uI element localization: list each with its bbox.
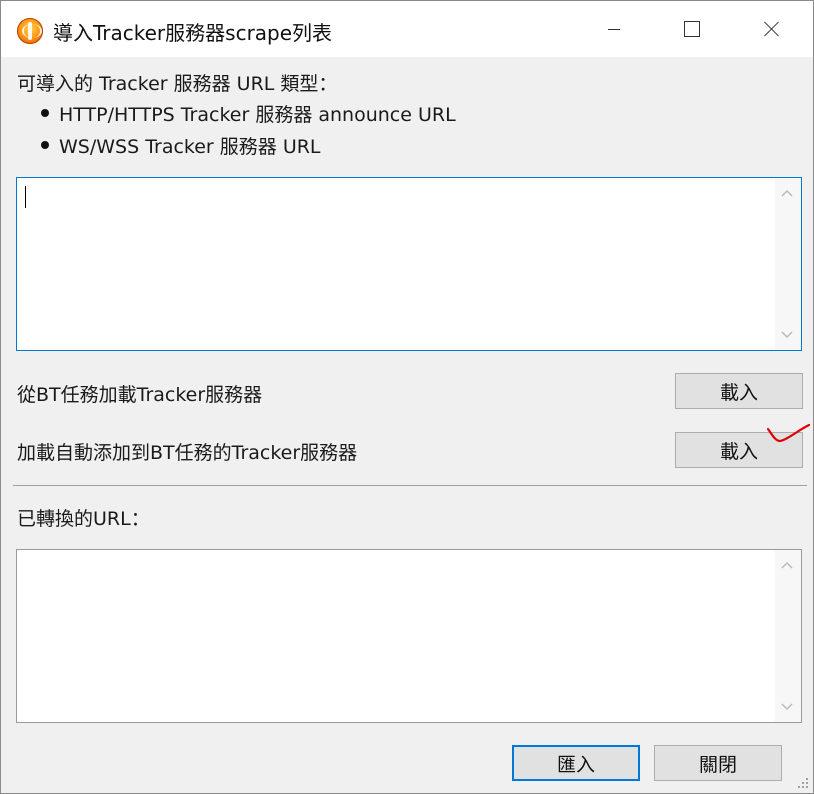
url-type-item-2: WS/WSS Tracker 服務器 URL: [59, 136, 321, 158]
app-logo-icon: [17, 18, 43, 44]
load-auto-added-label: 加載自動添加到BT任務的Tracker服務器: [17, 442, 358, 464]
bullet-icon: [41, 109, 49, 117]
bullet-icon: [41, 141, 49, 149]
supported-url-types-heading: 可導入的 Tracker 服務器 URL 類型：: [17, 73, 338, 95]
minimize-button[interactable]: [585, 1, 643, 57]
minimize-icon: [608, 28, 620, 30]
import-tracker-dialog: 導入Tracker服務器scrape列表 可導入的 Tracker 服務器 UR…: [0, 0, 814, 794]
resize-grip-icon[interactable]: [797, 777, 809, 789]
window-title: 導入Tracker服務器scrape列表: [53, 21, 333, 45]
title-bar[interactable]: 導入Tracker服務器scrape列表: [1, 1, 813, 57]
vertical-scrollbar[interactable]: [775, 550, 801, 722]
scroll-up-icon[interactable]: [781, 188, 793, 200]
maximize-icon: [684, 21, 700, 37]
tracker-url-input[interactable]: [16, 177, 802, 351]
close-window-button[interactable]: [743, 1, 801, 57]
import-button[interactable]: 匯入: [512, 745, 640, 781]
scroll-up-icon[interactable]: [781, 560, 793, 572]
url-type-item-1: HTTP/HTTPS Tracker 服務器 announce URL: [59, 104, 456, 126]
load-from-bt-task-button[interactable]: 載入: [675, 373, 803, 409]
section-divider: [13, 485, 807, 486]
text-caret: [25, 186, 26, 208]
close-button[interactable]: 關閉: [654, 745, 782, 781]
scroll-down-icon[interactable]: [781, 700, 793, 712]
close-icon: [764, 21, 780, 37]
converted-urls-output[interactable]: [16, 549, 802, 723]
maximize-button[interactable]: [663, 1, 721, 57]
scroll-down-icon[interactable]: [781, 328, 793, 340]
vertical-scrollbar[interactable]: [775, 178, 801, 350]
red-checkmark-annotation: [766, 423, 811, 443]
load-from-bt-task-label: 從BT任務加載Tracker服務器: [17, 384, 263, 406]
converted-urls-label: 已轉換的URL：: [17, 508, 150, 530]
